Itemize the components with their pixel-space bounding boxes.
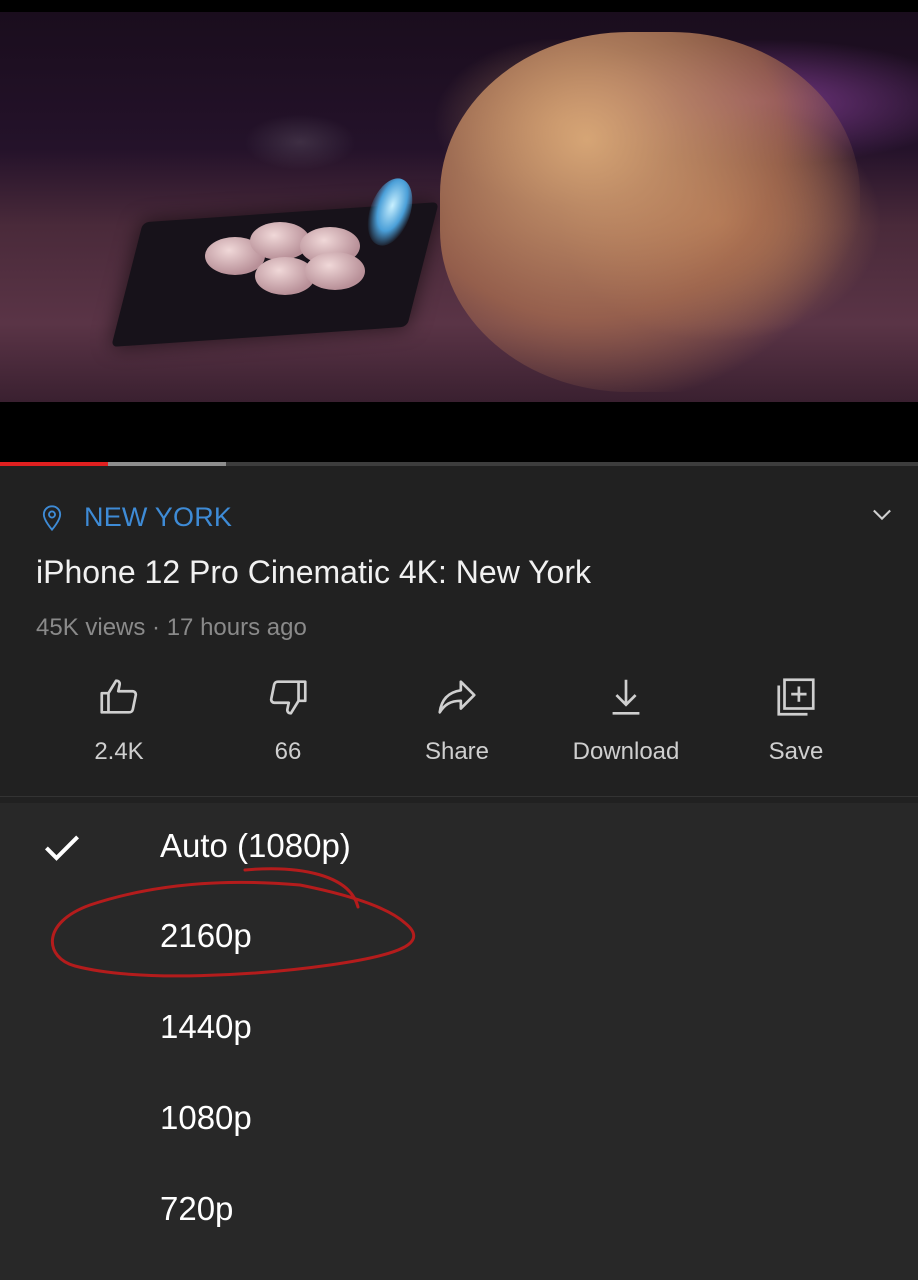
thumbs-up-icon	[100, 679, 138, 714]
video-scene-hand	[440, 32, 860, 392]
share-icon	[438, 680, 476, 714]
dislike-count: 66	[274, 738, 302, 765]
download-button[interactable]: Download	[541, 674, 711, 766]
quality-option-auto[interactable]: Auto (1080p)	[0, 803, 918, 893]
chevron-down-icon[interactable]	[868, 500, 896, 528]
location-pin-icon	[42, 504, 62, 531]
quality-option-1440p[interactable]: 1440p	[0, 984, 918, 1074]
quality-option-2160p[interactable]: 2160p	[0, 893, 918, 983]
thumbs-down-icon	[269, 680, 307, 715]
quality-option-1080p[interactable]: 1080p	[0, 1075, 918, 1165]
location-label[interactable]: NEW YORK	[84, 502, 232, 533]
video-scene-sushi	[305, 252, 365, 290]
quality-option-720p[interactable]: 720p	[0, 1166, 918, 1256]
share-button[interactable]: Share	[372, 674, 542, 766]
quality-option-label: 1440p	[160, 1008, 252, 1045]
save-button[interactable]: Save	[711, 674, 881, 766]
quality-option-label: 1080p	[160, 1099, 252, 1136]
location-tag[interactable]: NEW YORK	[38, 502, 232, 533]
video-info-panel: NEW YORK iPhone 12 Pro Cinematic 4K: New…	[0, 466, 918, 796]
video-title: iPhone 12 Pro Cinematic 4K: New York	[36, 554, 591, 590]
save-label: Save	[768, 738, 824, 765]
quality-option-label: Auto (1080p)	[160, 827, 351, 864]
checkmark-icon	[44, 835, 80, 861]
quality-option-label: 720p	[160, 1190, 234, 1227]
download-icon	[612, 679, 640, 715]
quality-option-label: 2160p	[160, 917, 252, 954]
video-player[interactable]	[0, 0, 918, 462]
divider	[0, 796, 918, 797]
save-playlist-icon	[777, 678, 815, 716]
video-meta: 45K views · 17 hours ago	[36, 614, 307, 641]
share-label: Share	[424, 738, 490, 765]
download-label: Download	[572, 738, 680, 765]
quality-menu: Auto (1080p) 2160p 1440p 1080p 720p	[0, 803, 918, 1280]
like-button[interactable]: 2.4K	[34, 674, 204, 766]
dislike-button[interactable]: 66	[203, 674, 373, 766]
video-frame[interactable]	[0, 12, 918, 402]
action-bar: 2.4K 66 Share Download Save	[0, 674, 918, 774]
like-count: 2.4K	[94, 738, 144, 765]
